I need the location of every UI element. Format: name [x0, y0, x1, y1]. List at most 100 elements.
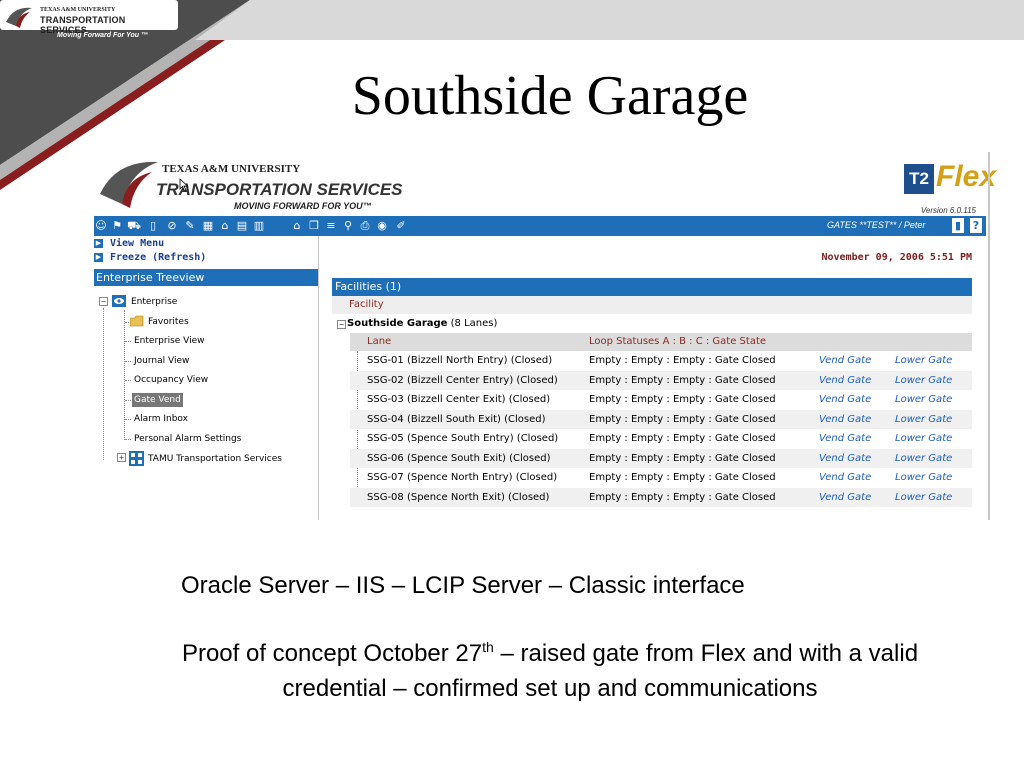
garage-collapse-expander[interactable]: −	[337, 320, 346, 329]
logout-icon[interactable]: ▮	[952, 218, 964, 233]
enterprise-eye-icon	[112, 295, 126, 307]
left-panel: ▶ View Menu ▶ Freeze (Refresh) Enterprise …	[94, 236, 319, 520]
tree-connector	[103, 308, 104, 460]
t2-logo: T2	[904, 164, 934, 194]
facility-column-header: Facility	[332, 296, 972, 314]
lower-gate-link[interactable]: Lower Gate	[895, 468, 952, 488]
lower-gate-link[interactable]: Lower Gate	[895, 351, 952, 371]
tree-connector	[124, 310, 125, 440]
lane-name: SSG-04 (Bizzell South Exit) (Closed)	[367, 413, 546, 425]
bank-icon[interactable]: ⌂	[218, 218, 232, 233]
magnifier-icon[interactable]: ⚲	[341, 218, 355, 233]
lane-status: Empty : Empty : Empty : Gate Closed	[589, 491, 776, 503]
vend-gate-link[interactable]: Vend Gate	[819, 390, 871, 410]
table-row: SSG-03 (Bizzell Center Exit) (Closed) Em…	[350, 390, 972, 410]
organization-icon	[129, 451, 144, 466]
bullet-architecture: Oracle Server – IIS – LCIP Server – Clas…	[181, 572, 745, 599]
no-entry-icon[interactable]: ⊘	[165, 218, 179, 233]
arrow-right-icon: ▶	[94, 252, 103, 262]
tree-item-enterprise[interactable]: Enterprise	[131, 295, 177, 309]
tree-connector	[125, 400, 131, 401]
table-row: SSG-08 (Spence North Exit) (Closed) Empt…	[350, 487, 972, 508]
tree-item-journal-view[interactable]: Journal View	[134, 354, 189, 368]
app-toolbar: ☺ ⚑ ⛟ ▯ ⊘ ✎ ▦ ⌂ ▤ ▥ ⌂ ❐ ≡ ⚲ ⎙ ◉ ✐ GATES …	[94, 216, 986, 236]
mouse-cursor-icon	[179, 178, 189, 192]
home-icon[interactable]: ⌂	[290, 218, 304, 233]
tree-item-favorites[interactable]: Favorites	[148, 315, 189, 329]
vend-gate-link[interactable]: Vend Gate	[819, 449, 871, 469]
app-header: TEXAS A&M UNIVERSITY TRANSPORTATION SERV…	[94, 152, 996, 216]
wrench-icon[interactable]: ✎	[183, 218, 197, 233]
tree-item-gate-vend[interactable]: Gate Vend	[132, 393, 183, 407]
collapse-expander[interactable]: −	[99, 297, 108, 306]
lane-name: SSG-08 (Spence North Exit) (Closed)	[367, 491, 550, 503]
lane-name: SSG-07 (Spence North Entry) (Closed)	[367, 472, 558, 483]
lower-gate-link[interactable]: Lower Gate	[895, 390, 952, 410]
tree-connector	[125, 419, 131, 420]
vend-gate-link[interactable]: Vend Gate	[819, 468, 871, 488]
table-row: SSG-06 (Spence South Exit) (Closed) Empt…	[350, 448, 972, 469]
lower-gate-link[interactable]: Lower Gate	[895, 488, 952, 508]
facilities-header: Facilities (1)	[332, 278, 972, 296]
lane-status: Empty : Empty : Empty : Gate Closed	[589, 472, 776, 483]
expand-expander[interactable]: +	[117, 453, 126, 462]
tree-item-enterprise-view[interactable]: Enterprise View	[134, 334, 205, 348]
tree-item-alarm-inbox[interactable]: Alarm Inbox	[134, 412, 188, 426]
freeze-refresh-link[interactable]: ▶ Freeze (Refresh)	[94, 252, 206, 265]
lane-column-header: Lane	[367, 336, 392, 347]
lane-name: SSG-06 (Spence South Exit) (Closed)	[367, 452, 551, 464]
table-row: SSG-07 (Spence North Entry) (Closed) Emp…	[350, 468, 972, 488]
lane-status: Empty : Empty : Empty : Gate Closed	[589, 355, 776, 366]
lane-name: SSG-03 (Bizzell Center Exit) (Closed)	[367, 394, 551, 405]
lane-status: Empty : Empty : Empty : Gate Closed	[589, 433, 776, 444]
tree-connector	[125, 341, 131, 342]
meter-icon[interactable]: ▯	[146, 218, 160, 233]
screenshot-right-border	[988, 152, 990, 520]
tree-item-personal-alarm-settings[interactable]: Personal Alarm Settings	[134, 432, 241, 446]
tree-item-occupancy-view[interactable]: Occupancy View	[134, 373, 208, 387]
lane-name: SSG-02 (Bizzell Center Entry) (Closed)	[367, 374, 558, 386]
print-icon[interactable]: ⎙	[358, 218, 372, 233]
edit-icon[interactable]: ✐	[394, 218, 408, 233]
lane-status: Empty : Empty : Empty : Gate Closed	[589, 394, 776, 405]
swoosh-logo-icon	[6, 7, 32, 28]
garage-lane-count: (8 Lanes)	[450, 318, 498, 329]
table-row: SSG-01 (Bizzell North Entry) (Closed) Em…	[350, 351, 972, 371]
bullet2-pre: Proof of concept October 27	[181, 640, 483, 667]
sign-icon[interactable]: ⚑	[110, 218, 124, 233]
tree-item-tamu-transportation[interactable]: TAMU Transportation Services	[148, 452, 282, 466]
table-row: SSG-04 (Bizzell South Exit) (Closed) Emp…	[350, 409, 972, 430]
vend-gate-link[interactable]: Vend Gate	[819, 410, 871, 430]
lower-gate-link[interactable]: Lower Gate	[895, 429, 952, 449]
tree-header: Enterprise Treeview	[94, 269, 318, 286]
building-icon[interactable]: ▦	[201, 218, 215, 233]
header-motto: MOVING FORWARD FOR YOU™	[234, 201, 372, 211]
vend-gate-link[interactable]: Vend Gate	[819, 351, 871, 371]
lane-name: SSG-01 (Bizzell North Entry) (Closed)	[367, 355, 553, 366]
vend-gate-link[interactable]: Vend Gate	[819, 371, 871, 391]
help-icon[interactable]: ?	[970, 218, 982, 233]
lower-gate-link[interactable]: Lower Gate	[895, 371, 952, 391]
lane-table-header: Lane Loop Statuses A : B : C : Gate Stat…	[350, 333, 972, 351]
eye-icon[interactable]: ◉	[375, 218, 389, 233]
car-icon[interactable]: ⛟	[127, 218, 141, 233]
stack-icon[interactable]: ≡	[324, 218, 338, 233]
tree-connector	[125, 361, 131, 362]
lower-gate-link[interactable]: Lower Gate	[895, 410, 952, 430]
document-icon[interactable]: ▤	[235, 218, 249, 233]
app-screenshot: TEXAS A&M UNIVERSITY TRANSPORTATION SERV…	[94, 152, 996, 520]
calendar-icon[interactable]: ▥	[252, 218, 266, 233]
lower-gate-link[interactable]: Lower Gate	[895, 449, 952, 469]
freeze-refresh-label: Freeze (Refresh)	[110, 252, 207, 263]
bullet-proof-of-concept: Proof of concept October 27th – raised g…	[170, 630, 930, 706]
slide-logo-university: TEXAS A&M UNIVERSITY	[40, 7, 116, 13]
person-icon[interactable]: ☺	[94, 218, 108, 233]
vend-gate-link[interactable]: Vend Gate	[819, 488, 871, 508]
folder-icon	[130, 315, 144, 327]
garage-row[interactable]: Southside Garage (8 Lanes)	[347, 316, 497, 332]
table-row: SSG-05 (Spence South Entry) (Closed) Emp…	[350, 429, 972, 449]
vend-gate-link[interactable]: Vend Gate	[819, 429, 871, 449]
view-menu-link[interactable]: ▶ View Menu	[94, 238, 164, 251]
pages-icon[interactable]: ❐	[307, 218, 321, 233]
lane-name: SSG-05 (Spence South Entry) (Closed)	[367, 433, 559, 444]
